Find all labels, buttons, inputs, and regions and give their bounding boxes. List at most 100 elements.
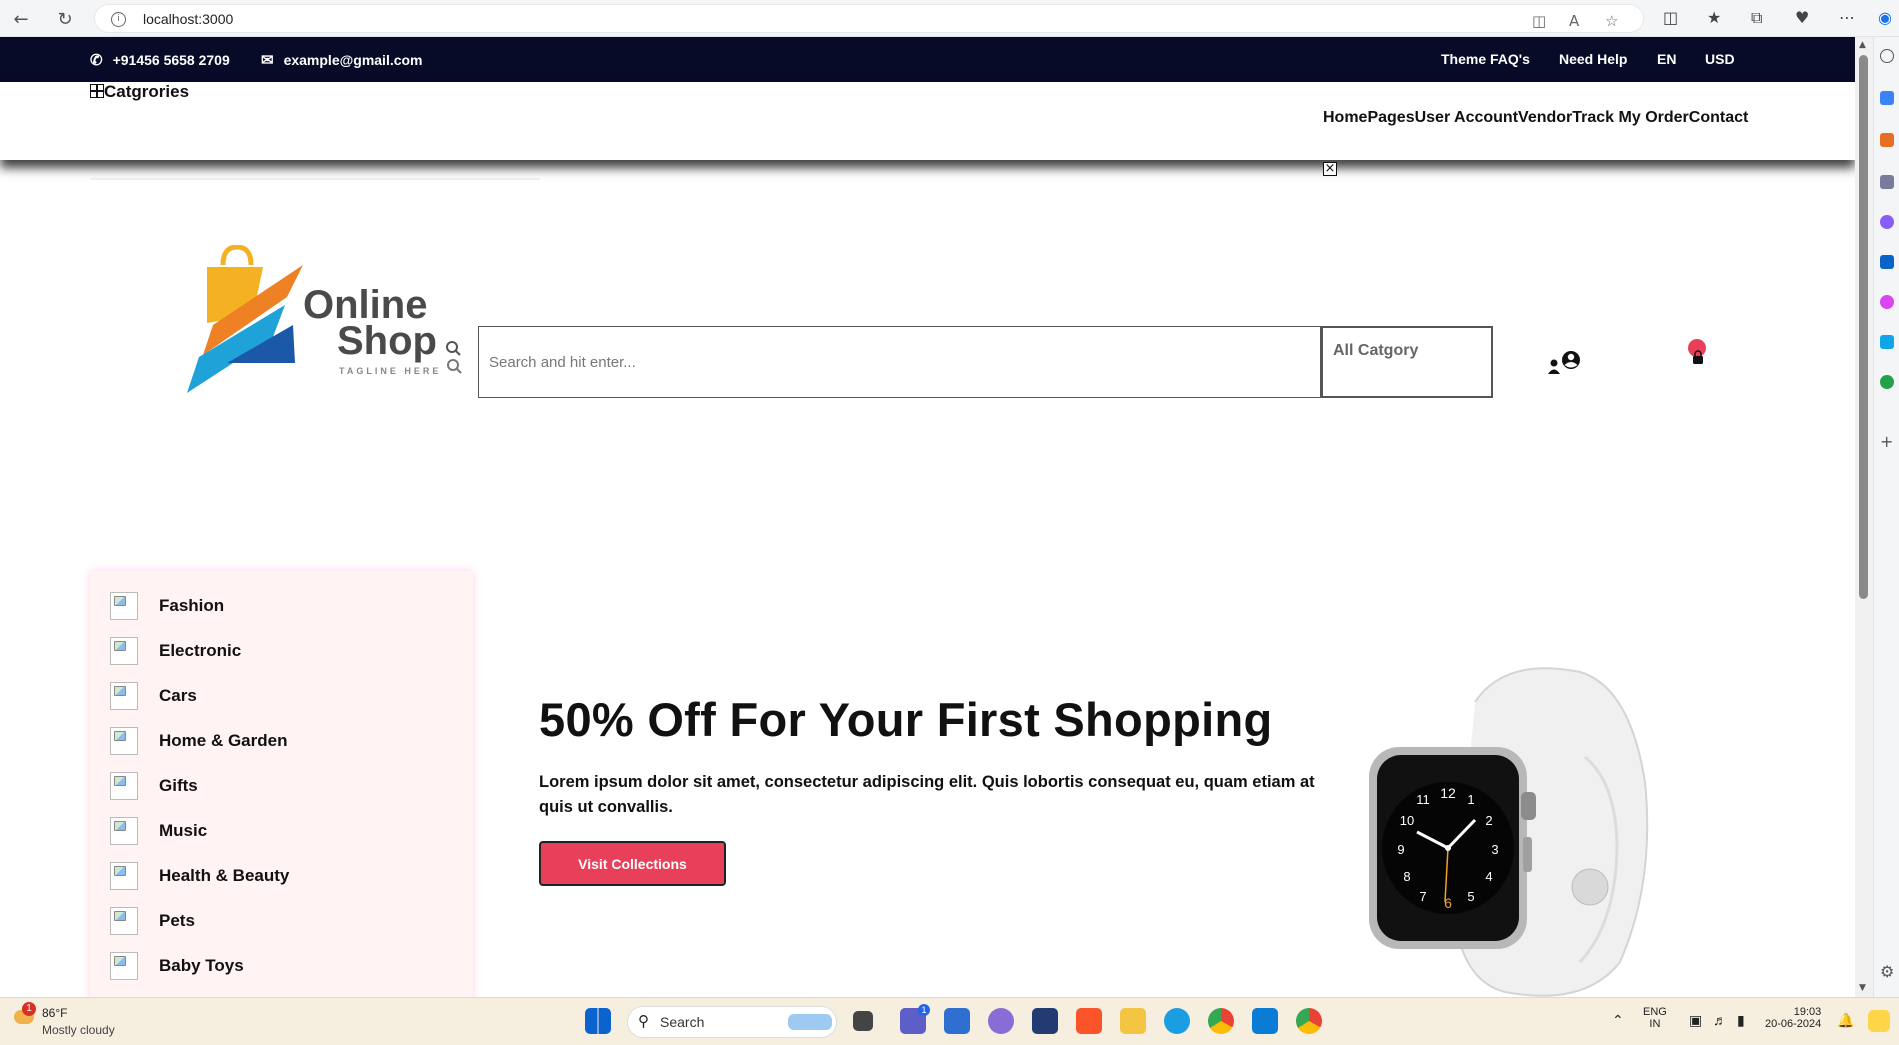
- nav-vendor[interactable]: Vendor: [1518, 109, 1572, 127]
- broken-image-icon: [110, 862, 138, 890]
- category-item-home-garden[interactable]: Home & Garden: [110, 726, 287, 756]
- web-page: ✆ +91456 5658 2709 ✉ example@gmail.com T…: [0, 37, 1855, 997]
- copilot-icon[interactable]: ◉: [1878, 8, 1892, 27]
- address-bar[interactable]: i localhost:3000 ◫ A ☆: [94, 4, 1644, 33]
- vscode-icon[interactable]: [1252, 1008, 1278, 1034]
- refresh-icon[interactable]: ↻: [52, 6, 78, 32]
- browser-essentials-icon[interactable]: ♥: [1795, 8, 1809, 27]
- file-explorer-icon[interactable]: [1120, 1008, 1146, 1034]
- back-icon[interactable]: ←: [8, 6, 34, 32]
- category-item-baby-toys[interactable]: Baby Toys: [110, 951, 244, 981]
- hero-title: 50% Off For Your First Shopping: [539, 693, 1273, 746]
- need-help-link[interactable]: Need Help: [1559, 51, 1627, 67]
- task-view-icon[interactable]: [853, 1011, 873, 1031]
- language-indicator[interactable]: ENG IN: [1643, 1006, 1667, 1030]
- split-screen-icon[interactable]: ◫: [1663, 8, 1678, 27]
- currency-selector[interactable]: USD: [1705, 51, 1735, 67]
- category-item-pets[interactable]: Pets: [110, 906, 195, 936]
- category-item-fashion[interactable]: Fashion: [110, 591, 224, 621]
- read-aloud-icon[interactable]: A: [1569, 12, 1579, 30]
- category-item-cars[interactable]: Cars: [110, 681, 197, 711]
- search-icon: ⚲: [638, 1013, 649, 1030]
- chrome-profile-icon[interactable]: [1296, 1008, 1322, 1034]
- copilot-tray-icon[interactable]: [1868, 1010, 1890, 1032]
- sidebar-games-icon[interactable]: [1880, 175, 1894, 189]
- volume-icon[interactable]: ♬: [1713, 1012, 1727, 1028]
- category-item-health-beauty[interactable]: Health & Beauty: [110, 861, 289, 891]
- clock-date: 20-06-2024: [1765, 1018, 1822, 1030]
- nav-home[interactable]: Home: [1323, 109, 1367, 127]
- taskbar-search[interactable]: ⚲ Search: [627, 1006, 837, 1038]
- nav-track-my-order[interactable]: Track My Order: [1572, 109, 1689, 127]
- phone-contact[interactable]: ✆ +91456 5658 2709: [90, 51, 230, 69]
- category-item-gifts[interactable]: Gifts: [110, 771, 198, 801]
- clock[interactable]: 19:03 20-06-2024: [1765, 1006, 1821, 1030]
- category-item-music[interactable]: Music: [110, 816, 207, 846]
- network-icon[interactable]: ▣: [1689, 1012, 1702, 1029]
- categories-label: Catgrories: [104, 82, 190, 101]
- email-address: example@gmail.com: [283, 52, 423, 68]
- windows-start-icon[interactable]: [585, 1008, 611, 1034]
- collections-icon[interactable]: ⧉: [1751, 8, 1762, 28]
- nav-pages[interactable]: Pages: [1367, 109, 1414, 127]
- envelope-icon: ✉: [261, 52, 274, 69]
- visit-collections-button[interactable]: Visit Collections: [539, 841, 726, 886]
- battery-icon[interactable]: ▮: [1737, 1012, 1745, 1029]
- browser-toolbar: ← ↻ i localhost:3000 ◫ A ☆ ◫ ★ ⧉ ♥ ⋯ ◉: [0, 0, 1899, 37]
- sidebar-settings-icon[interactable]: ⚙: [1880, 964, 1894, 980]
- phone-number: +91456 5658 2709: [112, 52, 230, 68]
- search-icon[interactable]: [444, 339, 464, 379]
- broken-image-icon: [110, 907, 138, 935]
- sidebar-tools-icon[interactable]: [1880, 133, 1894, 147]
- user-account-icon[interactable]: [1546, 348, 1586, 378]
- sidebar-copilot-icon[interactable]: [1880, 215, 1894, 229]
- favorite-star-icon[interactable]: ☆: [1605, 12, 1618, 30]
- language-selector[interactable]: EN: [1657, 51, 1676, 67]
- scroll-up-icon[interactable]: ▲: [1859, 40, 1866, 50]
- notification-bell-icon[interactable]: 🔔: [1837, 1012, 1854, 1029]
- close-icon[interactable]: ×: [1323, 162, 1337, 176]
- copilot-app-icon[interactable]: [988, 1008, 1014, 1034]
- teams-badge: 1: [918, 1004, 930, 1016]
- category-select[interactable]: All Catgory: [1321, 326, 1493, 398]
- sidebar-drop-icon[interactable]: [1880, 295, 1894, 309]
- broken-image-icon: [110, 682, 138, 710]
- sidebar-add-icon[interactable]: +: [1880, 434, 1894, 450]
- svg-text:10: 10: [1400, 813, 1414, 828]
- page-scrollbar[interactable]: ▲ ▼: [1855, 37, 1873, 997]
- svg-text:1: 1: [1467, 792, 1474, 807]
- email-contact[interactable]: ✉ example@gmail.com: [261, 51, 423, 69]
- svg-text:3: 3: [1491, 842, 1498, 857]
- sidebar-tree-icon[interactable]: [1880, 375, 1894, 389]
- categories-toggle[interactable]: Catgrories: [90, 82, 189, 102]
- sidebar-outlook-icon[interactable]: [1880, 255, 1894, 269]
- sidebar-send-icon[interactable]: [1880, 335, 1894, 349]
- grid-icon: [90, 84, 104, 98]
- sidebar-shopping-icon[interactable]: [1880, 91, 1894, 105]
- teams-icon[interactable]: 1: [900, 1004, 930, 1034]
- scroll-thumb[interactable]: [1859, 55, 1868, 599]
- theme-faq-link[interactable]: Theme FAQ's: [1441, 51, 1530, 67]
- category-item-electronic[interactable]: Electronic: [110, 636, 241, 666]
- edge-browser-icon[interactable]: [1164, 1008, 1190, 1034]
- brave-browser-icon[interactable]: [1076, 1008, 1102, 1034]
- search-input[interactable]: Search and hit enter...: [478, 326, 1321, 398]
- site-logo[interactable]: Online Shop TAGLINE HERE: [185, 244, 445, 395]
- svg-text:4: 4: [1485, 869, 1492, 884]
- svg-text:5: 5: [1467, 889, 1474, 904]
- cart-icon[interactable]: [1686, 339, 1710, 373]
- tray-chevron-icon[interactable]: ⌃: [1612, 1012, 1624, 1029]
- sidebar-search-icon[interactable]: [1880, 49, 1894, 63]
- chrome-icon[interactable]: [1208, 1008, 1234, 1034]
- scroll-down-icon[interactable]: ▼: [1859, 983, 1866, 993]
- more-menu-icon[interactable]: ⋯: [1839, 8, 1855, 27]
- category-label: Pets: [159, 911, 195, 930]
- nav-contact[interactable]: Contact: [1689, 109, 1749, 127]
- favorites-icon[interactable]: ★: [1707, 8, 1721, 27]
- database-app-icon[interactable]: [1032, 1008, 1058, 1034]
- nav-user-account[interactable]: User Account: [1415, 109, 1518, 127]
- mail-icon[interactable]: [944, 1008, 970, 1034]
- app-available-icon[interactable]: ◫: [1532, 12, 1546, 30]
- site-info-icon[interactable]: i: [111, 12, 126, 27]
- category-label: Baby Toys: [159, 956, 244, 975]
